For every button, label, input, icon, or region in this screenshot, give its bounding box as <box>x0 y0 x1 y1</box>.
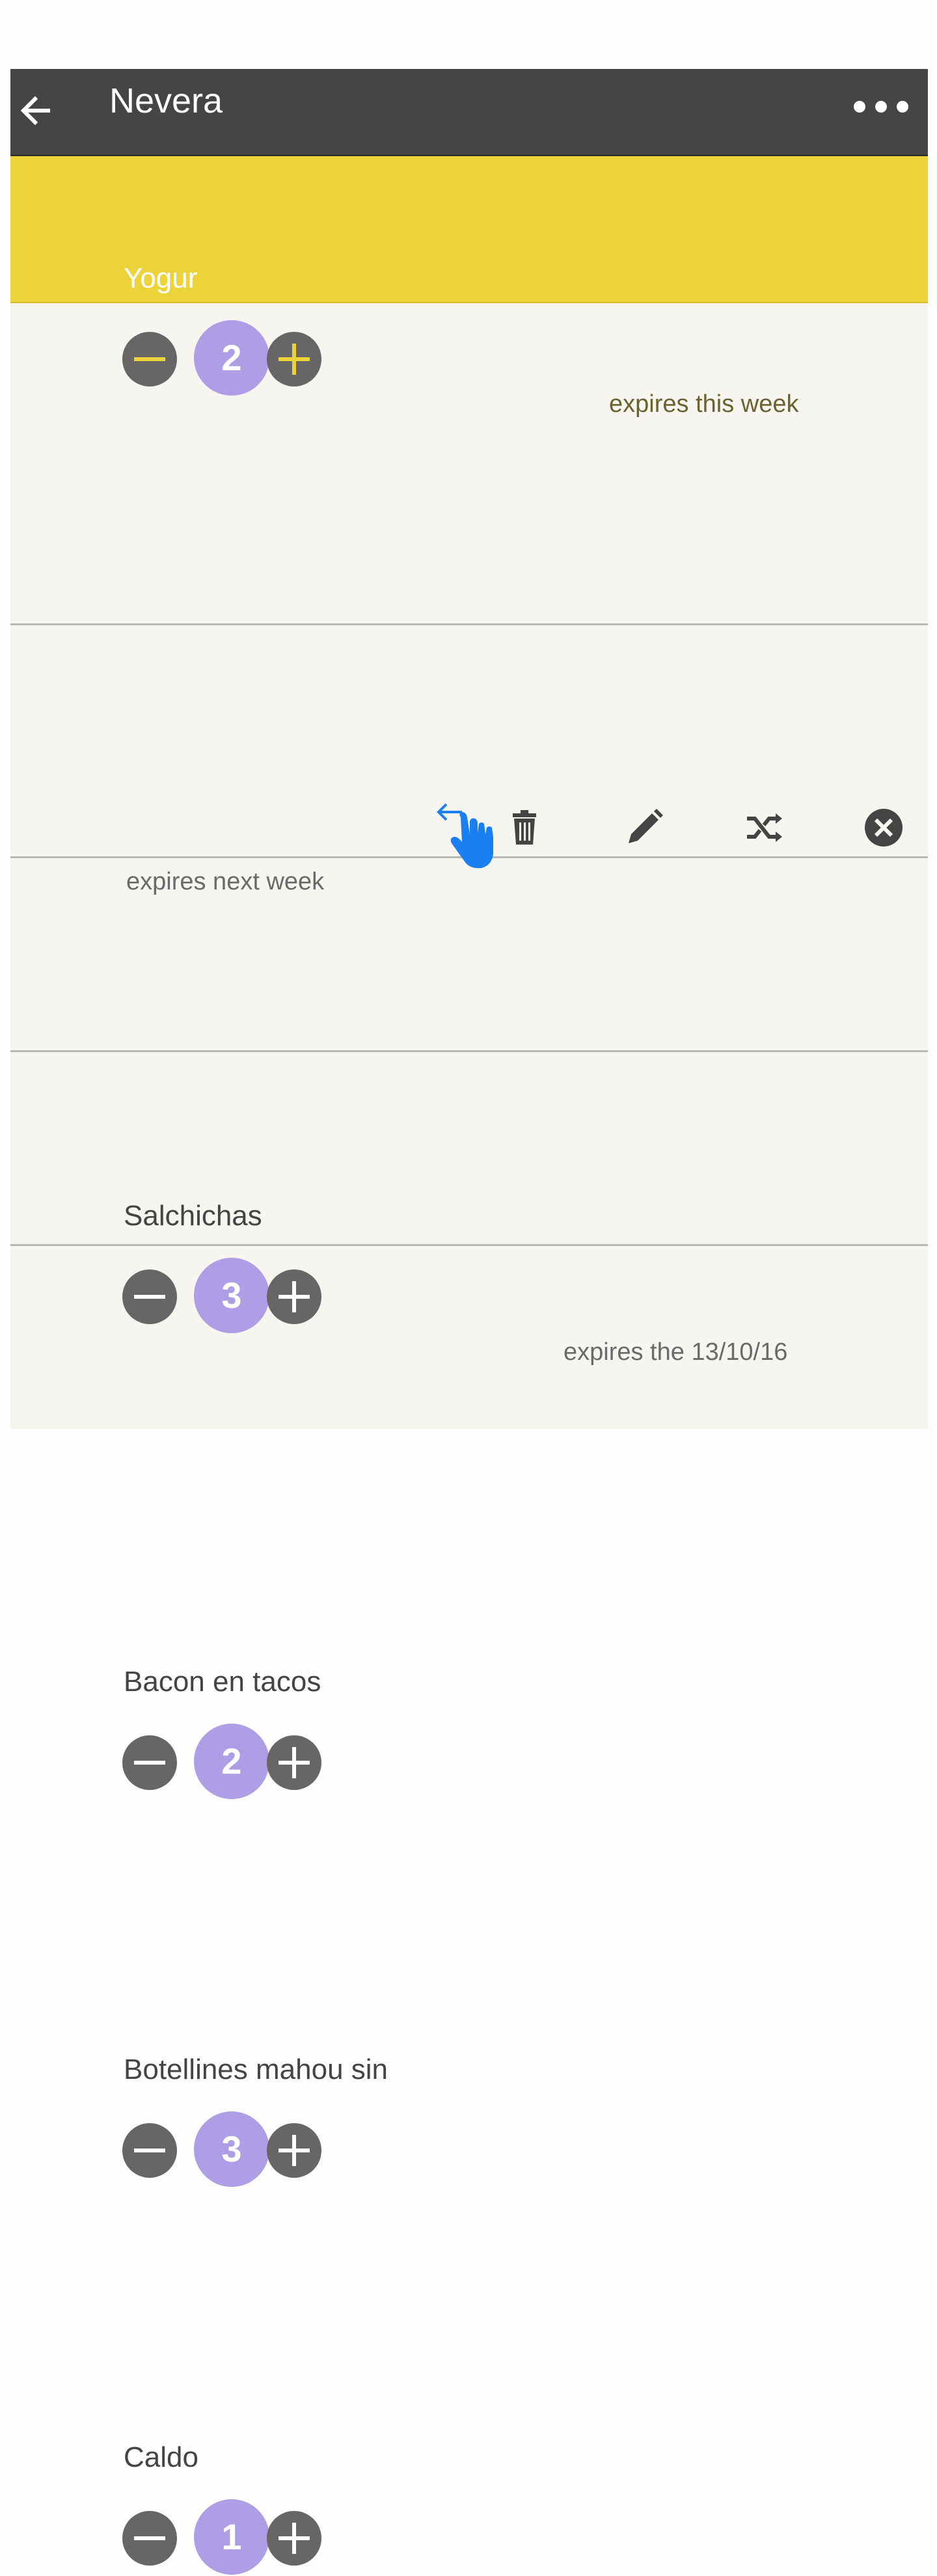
increase-button[interactable] <box>267 2123 321 2178</box>
quantity-stepper: 2 <box>122 320 331 397</box>
item-name: Bacon en tacos <box>124 1666 321 1698</box>
quantity-stepper: 1 <box>122 2499 331 2576</box>
increase-button[interactable] <box>267 332 321 386</box>
list-item-caldo[interactable]: Caldo 1 <box>10 1246 928 2575</box>
decrease-button[interactable] <box>122 332 177 386</box>
page-title: Nevera <box>109 81 223 120</box>
increase-button[interactable] <box>267 2511 321 2566</box>
list-item-bacon[interactable]: Bacon en tacos 2 <box>10 858 928 1799</box>
swipe-left-hand-icon <box>436 798 514 876</box>
item-name: Yogur <box>124 262 198 294</box>
quantity-badge: 3 <box>194 2111 269 2187</box>
quantity-badge: 1 <box>194 2499 269 2575</box>
list-item-yogur[interactable]: Yogur 2 expires this week <box>10 156 928 418</box>
quantity-stepper: 2 <box>122 1724 331 1800</box>
more-options-icon[interactable] <box>854 98 908 116</box>
quantity-stepper: 3 <box>122 2111 331 2188</box>
back-arrow-icon[interactable] <box>16 90 57 131</box>
list-item-botellines[interactable]: Botellines mahou sin 3 <box>10 1052 928 2187</box>
app-toolbar: Nevera <box>10 69 928 156</box>
decrease-button[interactable] <box>122 2511 177 2566</box>
fridge-screen: Nevera Yogur 2 expires this week expires… <box>10 69 928 2575</box>
list-item-actions[interactable]: expires next week <box>10 390 928 895</box>
decrease-button[interactable] <box>122 1735 177 1790</box>
decrease-button[interactable] <box>122 2123 177 2178</box>
item-name: Caldo <box>124 2441 198 2473</box>
item-name: Botellines mahou sin <box>124 2054 388 2085</box>
increase-button[interactable] <box>267 1735 321 1790</box>
quantity-badge: 2 <box>194 320 269 396</box>
quantity-badge: 2 <box>194 1724 269 1799</box>
